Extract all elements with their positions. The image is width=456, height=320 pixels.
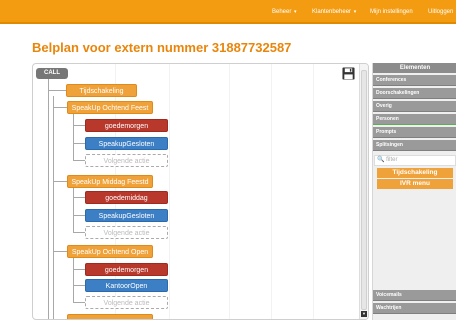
node-partial[interactable] bbox=[67, 314, 153, 319]
palette-item-voicemails[interactable]: Voicemails bbox=[373, 290, 456, 301]
elements-palette: Elementen Conferences Doorschakelingen O… bbox=[372, 63, 456, 320]
node-speakup-ochtend-feest[interactable]: SpeakUp Ochtend Feest bbox=[67, 101, 153, 114]
top-nav-bar: Beheer ▾ Klantenbeheer ▾ Mijn instelling… bbox=[0, 0, 456, 24]
node-volgende-actie[interactable]: Volgende actie bbox=[85, 226, 168, 239]
connector-line bbox=[73, 114, 74, 161]
palette-item-splitsingen[interactable]: Splitsingen bbox=[373, 140, 456, 151]
palette-filter[interactable]: 🔍 filter bbox=[374, 155, 456, 166]
element-ivr-menu[interactable]: IVR menu bbox=[377, 179, 453, 189]
connector-line bbox=[53, 251, 67, 252]
connector-line bbox=[73, 258, 74, 303]
nav-item-beheer[interactable]: Beheer ▾ bbox=[272, 9, 297, 15]
node-volgende-actie[interactable]: Volgende actie bbox=[85, 296, 168, 309]
connector-line bbox=[73, 160, 85, 161]
palette-item-conferences[interactable]: Conferences bbox=[373, 75, 456, 86]
nav-item-mijn-instellingen[interactable]: Mijn instellingen bbox=[370, 9, 413, 15]
canvas-column-guide bbox=[169, 64, 170, 319]
node-speakup-gesloten[interactable]: SpeakupGesloten bbox=[85, 209, 168, 222]
node-goedemorgen[interactable]: goedemorgen bbox=[85, 119, 168, 132]
filter-placeholder: filter bbox=[386, 157, 398, 163]
nav-item-klantenbeheer[interactable]: Klantenbeheer ▾ bbox=[312, 9, 356, 15]
chevron-down-icon: ▾ bbox=[294, 9, 297, 15]
node-tijdschakeling[interactable]: Tijdschakeling bbox=[66, 84, 137, 97]
palette-item-prompts[interactable]: Prompts bbox=[373, 127, 456, 138]
connector-line bbox=[53, 107, 67, 108]
call-start-node[interactable]: CALL bbox=[36, 68, 68, 79]
connector-line bbox=[73, 215, 85, 216]
search-icon: 🔍 bbox=[377, 157, 385, 163]
scroll-down-arrow-icon[interactable]: ▼ bbox=[361, 311, 367, 317]
element-tijdschakeling[interactable]: Tijdschakeling bbox=[377, 168, 453, 178]
connector-line bbox=[53, 96, 54, 319]
canvas-scrollbar[interactable]: ▼ bbox=[359, 64, 368, 319]
node-goedemorgen[interactable]: goedemorgen bbox=[85, 263, 168, 276]
node-kantoor-open[interactable]: KantoorOpen bbox=[85, 279, 168, 292]
connector-line bbox=[73, 269, 85, 270]
node-goedemiddag[interactable]: goedemiddag bbox=[85, 191, 168, 204]
chevron-down-icon: ▾ bbox=[353, 9, 357, 15]
canvas-column-guide bbox=[229, 64, 230, 319]
page-title: Belplan voor extern nummer 31887732587 bbox=[32, 40, 292, 55]
node-volgende-actie[interactable]: Volgende actie bbox=[85, 154, 168, 167]
palette-item-overig[interactable]: Overig bbox=[373, 101, 456, 112]
flow-canvas[interactable]: CALL Tijdschakeling SpeakUp Ochtend Fees… bbox=[32, 63, 369, 320]
connector-line bbox=[53, 181, 67, 182]
floppy-disk-icon[interactable] bbox=[342, 67, 355, 80]
node-speakup-middag-feest[interactable]: SpeakUp Middag Feestd bbox=[67, 175, 153, 188]
connector-line bbox=[73, 197, 85, 198]
connector-line bbox=[73, 232, 85, 233]
palette-item-wachtrijen[interactable]: Wachtrijen bbox=[373, 303, 456, 314]
scrollbar-thumb[interactable] bbox=[361, 70, 367, 310]
connector-line bbox=[48, 75, 49, 319]
connector-line bbox=[48, 90, 66, 91]
palette-item-doorschakelingen[interactable]: Doorschakelingen bbox=[373, 88, 456, 99]
connector-line bbox=[73, 285, 85, 286]
connector-line bbox=[73, 125, 85, 126]
connector-line bbox=[73, 302, 85, 303]
node-speakup-ochtend-open[interactable]: SpeakUp Ochtend Open bbox=[67, 245, 153, 258]
canvas-column-guide bbox=[313, 64, 314, 319]
palette-item-personen[interactable]: Personen bbox=[373, 114, 456, 125]
palette-header: Elementen bbox=[373, 63, 456, 73]
connector-line bbox=[73, 143, 85, 144]
canvas-column-guide bbox=[271, 64, 272, 319]
node-speakup-gesloten[interactable]: SpeakupGesloten bbox=[85, 137, 168, 150]
nav-item-uitloggen[interactable]: Uitloggen bbox=[428, 9, 453, 15]
connector-line bbox=[73, 188, 74, 233]
